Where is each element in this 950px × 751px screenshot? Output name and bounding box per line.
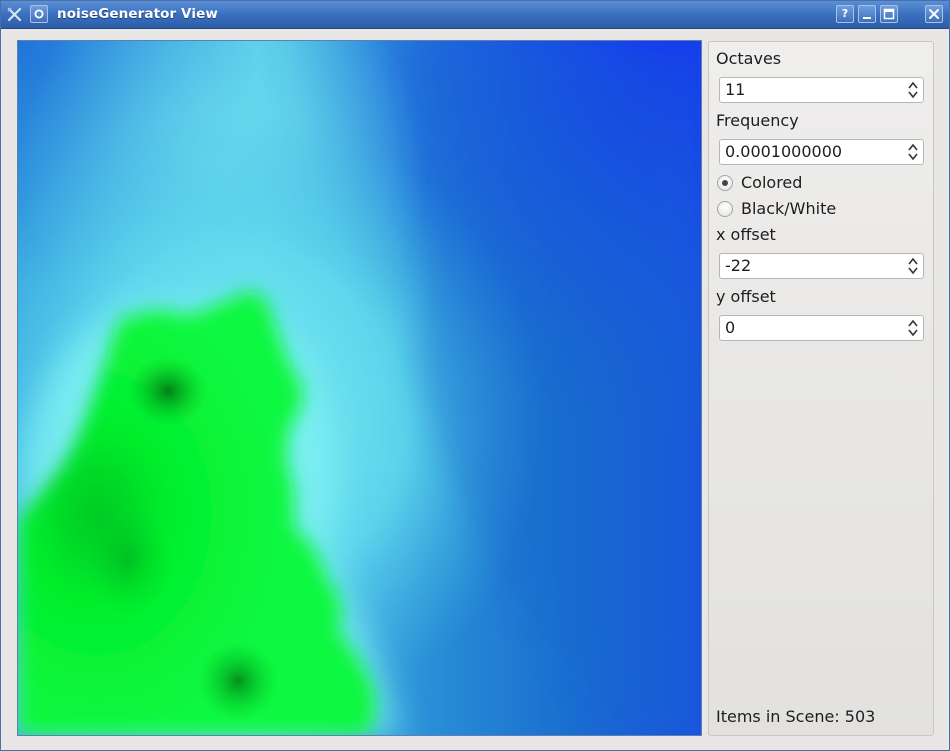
x-offset-value[interactable]: -22 — [725, 256, 751, 276]
octaves-label: Octaves — [716, 49, 782, 68]
octaves-spinbox[interactable]: 11 — [719, 77, 924, 103]
spin-arrows-icon[interactable] — [907, 318, 919, 338]
controls-panel: Octaves 11 Frequency 0.0001000000 Colore… — [708, 41, 934, 736]
help-button[interactable]: ? — [836, 5, 854, 23]
items-in-scene-status: Items in Scene: 503 — [716, 707, 876, 726]
colored-radio-label[interactable]: Colored — [741, 173, 802, 193]
y-offset-spinbox[interactable]: 0 — [719, 315, 924, 341]
black-white-radio-label[interactable]: Black/White — [741, 199, 836, 219]
frequency-spinbox[interactable]: 0.0001000000 — [719, 139, 924, 165]
minimize-button[interactable] — [858, 5, 876, 23]
y-offset-value[interactable]: 0 — [725, 318, 735, 338]
y-offset-label: y offset — [716, 287, 776, 306]
close-icon — [929, 9, 939, 19]
noise-view[interactable] — [17, 40, 702, 736]
spin-arrows-icon[interactable] — [907, 256, 919, 276]
gear-icon — [34, 9, 44, 19]
x-offset-label: x offset — [716, 225, 776, 244]
maximize-icon — [883, 8, 895, 20]
spin-arrows-icon[interactable] — [907, 142, 919, 162]
app-window: noiseGenerator View ? Octaves 11 Frequen… — [0, 0, 950, 751]
close-button[interactable] — [925, 5, 943, 23]
spin-arrows-icon[interactable] — [907, 80, 919, 100]
x-offset-spinbox[interactable]: -22 — [719, 253, 924, 279]
window-menu-button[interactable] — [30, 5, 48, 23]
window-title: noiseGenerator View — [57, 6, 218, 22]
tool-icon[interactable] — [6, 6, 23, 23]
noise-map-image — [18, 41, 701, 735]
maximize-button[interactable] — [880, 5, 898, 23]
octaves-value[interactable]: 11 — [725, 80, 745, 100]
radio-unchecked-icon[interactable] — [717, 201, 733, 217]
frequency-value[interactable]: 0.0001000000 — [725, 142, 842, 162]
radio-checked-icon[interactable] — [717, 175, 733, 191]
minimize-icon — [863, 17, 871, 19]
title-bar[interactable]: noiseGenerator View ? — [1, 1, 949, 29]
frequency-label: Frequency — [716, 111, 799, 130]
